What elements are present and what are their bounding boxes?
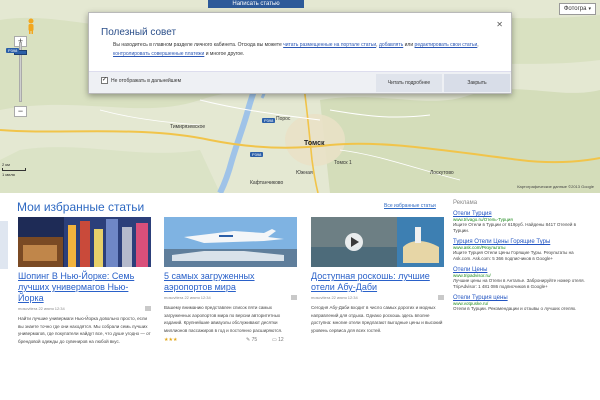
article-thumbnail[interactable] — [311, 217, 444, 267]
road-badge: Р398 — [262, 118, 276, 123]
ad-item: Отели Турция цены www.votpuske.ru/ Отели… — [453, 295, 593, 312]
close-button[interactable]: Закрыть — [444, 74, 510, 92]
zoom-out-button[interactable]: − — [14, 106, 27, 117]
article-excerpt: Вашему вниманию представлен список пяти … — [164, 305, 283, 333]
remove-icon[interactable] — [438, 295, 444, 300]
article-thumbnail[interactable] — [18, 217, 151, 267]
views-count: ▭ 12 — [272, 337, 284, 343]
article-excerpt: Сегодня Абу-Даби входит в число самых до… — [311, 305, 443, 333]
map-place-label: Порос — [276, 116, 291, 122]
tip-text: Вы находитесь в главном разделе личного … — [113, 42, 284, 48]
map-type-button[interactable]: Фотогра ▾ — [558, 3, 596, 15]
comment-count-value: 75 — [251, 337, 258, 343]
ad-text: Отели в Турции. Рекомендации и отзывы о … — [453, 306, 577, 311]
ad-item: Отели Цены www.tripadvisor.ru/ Лучшие це… — [453, 267, 593, 290]
main-content: Мои избранные статьи Все избранные стать… — [0, 193, 600, 400]
all-favorites-link[interactable]: Все избранные статьи — [384, 203, 436, 209]
article-title-link[interactable]: 5 самых загруженных аэропортов мира — [164, 271, 297, 293]
close-icon[interactable]: ✕ — [496, 20, 503, 29]
read-articles-link[interactable]: читать размещенные на портале статьи — [283, 42, 376, 48]
remove-icon[interactable] — [291, 295, 297, 300]
map-place-label: Кафтанчиково — [250, 180, 284, 186]
tip-text: и многое другое. — [204, 51, 245, 57]
map-copyright: Картографические данные ©2013 Google — [517, 184, 594, 189]
comment-icon: ✎ — [246, 337, 251, 343]
write-article-tab[interactable]: Написать статью — [208, 0, 304, 8]
article-excerpt: Найти лучшие универмаги Нью-Йорка доволь… — [18, 316, 151, 344]
ad-text: Лучшие цены на Отели в Анталье. Забронир… — [453, 278, 585, 289]
zoom-control: + − — [12, 8, 34, 120]
map-place-label: Южная — [296, 170, 313, 176]
views-count-value: 12 — [278, 337, 284, 343]
payments-link[interactable]: контролировать совершенные платежи — [113, 51, 204, 57]
tip-separator: , — [477, 42, 479, 48]
left-bar — [0, 193, 10, 400]
ads-title: Реклама — [453, 200, 478, 206]
comment-count: ✎ 75 — [246, 337, 257, 343]
article-thumbnail[interactable] — [164, 217, 297, 267]
edit-articles-link[interactable]: редактировать свои статьи — [415, 42, 478, 48]
road-badge: Р398 — [250, 152, 264, 157]
pegman-icon[interactable] — [26, 18, 36, 34]
tip-panel: Полезный совет ✕ Вы находитесь в главном… — [88, 12, 512, 94]
map-city-label: Томск — [304, 140, 325, 147]
map-place-label: Тимирязевское — [170, 124, 206, 130]
add-link[interactable]: добавлять — [379, 42, 403, 48]
ad-item: Турция Отели Цены Горящие Туры www.ask.c… — [453, 239, 593, 262]
article-date: moscvitera 22 июня 12:34 — [311, 295, 358, 300]
remove-icon[interactable] — [145, 306, 151, 311]
views-icon: ▭ — [272, 337, 277, 343]
article-meta: moscvitera 22 июня 12:34 — [18, 306, 151, 311]
article-title-link[interactable]: Доступная роскошь: лучшие отели Абу-Даби — [311, 271, 444, 293]
ad-item: Отели Турция www.trivago.ru/Отель-Турция… — [453, 211, 593, 234]
read-more-button[interactable]: Читать подробнее — [376, 74, 442, 92]
dont-show-label[interactable]: Не отображать в дальнейшем — [111, 78, 181, 84]
ad-text: Ищите Отели в Турции от 619руб. Найдены … — [453, 222, 576, 233]
article-card: 5 самых загруженных аэропортов мира mosc… — [164, 217, 297, 345]
road-badge: Р398 — [6, 48, 20, 53]
article-meta: moscvitera 22 июня 12:34 — [164, 295, 297, 300]
map-type-label: Фотогра — [563, 6, 587, 12]
tip-title: Полезный совет — [101, 27, 177, 38]
article-stats: ★★★ ✎ 75 ▭ 12 — [164, 337, 297, 345]
rating-stars: ★★★ — [164, 337, 178, 343]
scale-km: 2 км — [2, 162, 10, 167]
tip-text: или — [403, 42, 415, 48]
map-scale: 2 км 1 миля — [2, 162, 26, 177]
map-place-label: Томск 1 — [334, 160, 352, 166]
chevron-down-icon: ▾ — [588, 6, 591, 12]
section-title: Мои избранные статьи — [17, 200, 145, 214]
scale-bar — [2, 168, 26, 171]
article-card: Доступная роскошь: лучшие отели Абу-Даби… — [311, 217, 444, 334]
left-accent — [0, 221, 8, 269]
ads-panel: Реклама Отели Турция www.trivago.ru/Отел… — [453, 200, 593, 312]
map-place-label: Лоскутово — [430, 170, 454, 176]
article-date: moscvitera 22 июня 12:34 — [18, 306, 65, 311]
scale-mile: 1 миля — [2, 172, 15, 177]
article-title-link[interactable]: Шопинг В Нью-Йорке: Семь лучших универма… — [18, 271, 151, 304]
article-card: Шопинг В Нью-Йорке: Семь лучших универма… — [18, 217, 151, 345]
ad-text: Ищите Турция Отели Цены Горящие Туры. Ре… — [453, 250, 574, 261]
article-meta: moscvitera 22 июня 12:34 — [311, 295, 444, 300]
tip-body: Вы находитесь в главном разделе личного … — [113, 41, 483, 59]
tip-footer: ✓ Не отображать в дальнейшем Читать подр… — [89, 71, 511, 93]
article-date: moscvitera 22 июня 12:34 — [164, 295, 211, 300]
dont-show-checkbox[interactable]: ✓ — [101, 77, 108, 84]
